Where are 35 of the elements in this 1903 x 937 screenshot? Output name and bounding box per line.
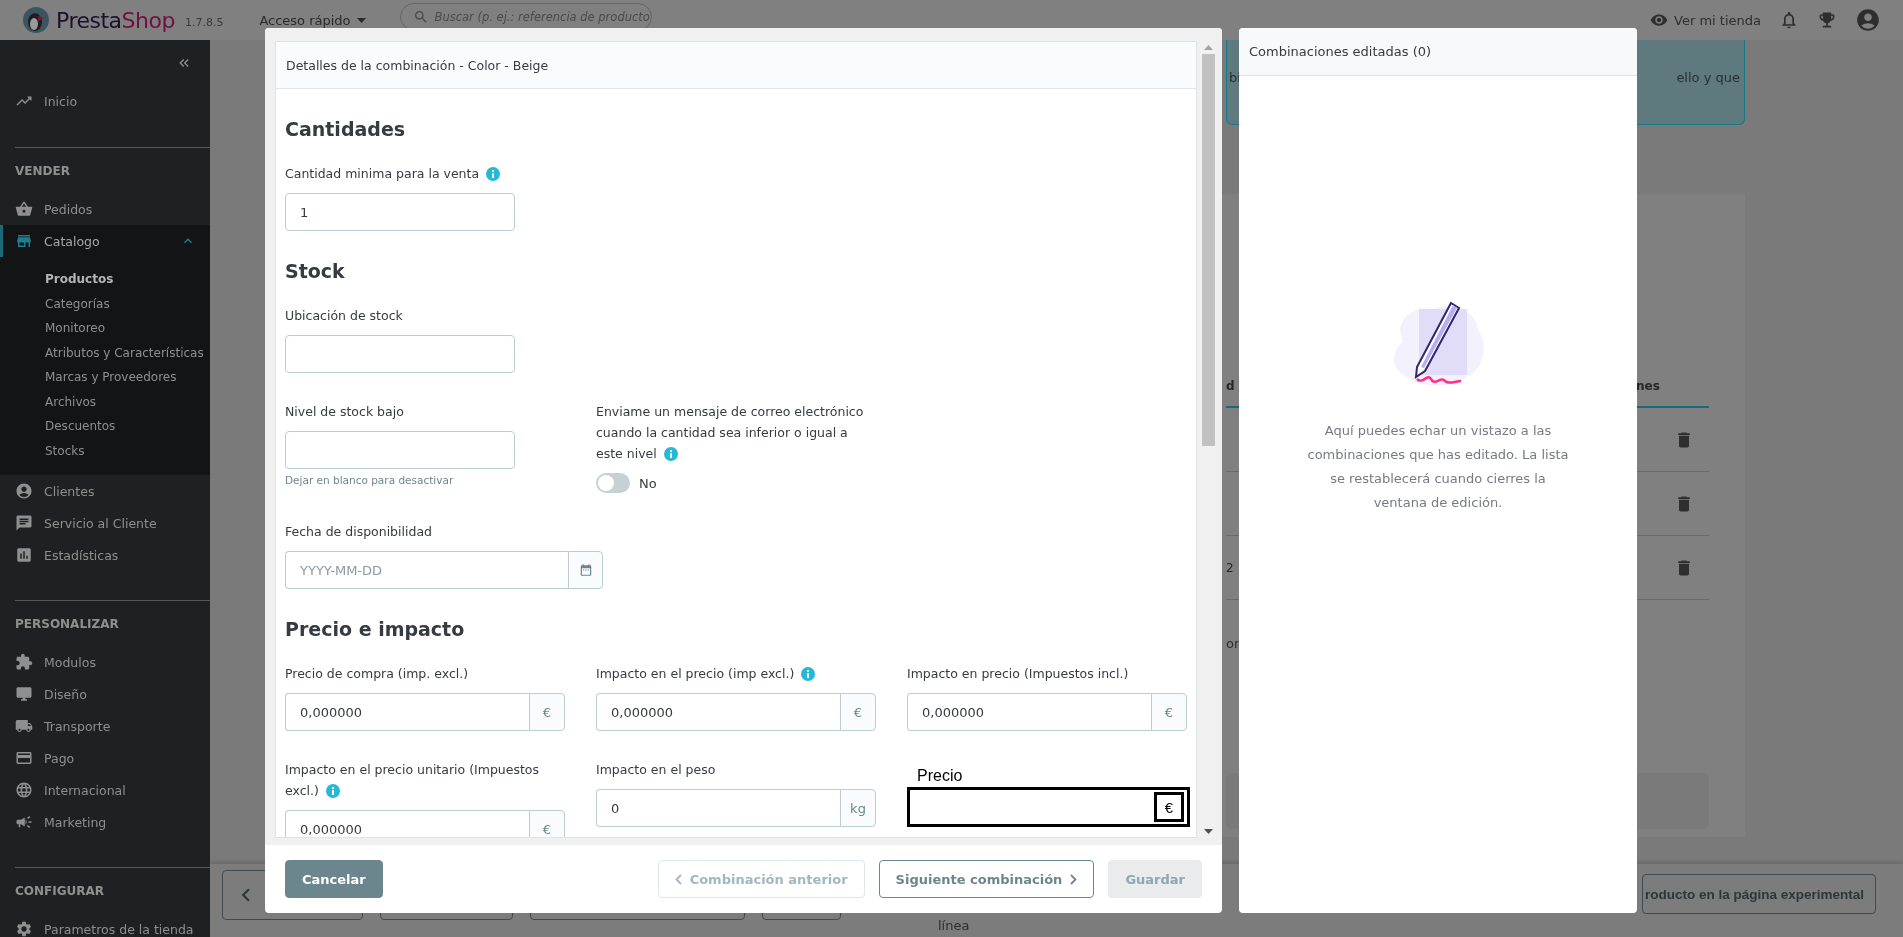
unit-label: € [529, 693, 565, 731]
field-label: Nivel de stock bajo [285, 403, 405, 421]
column-header: nes [1636, 378, 1660, 393]
section-title: VENDER [14, 163, 71, 180]
field-label: Cantidad minima para la venta [285, 163, 565, 184]
field-label: Ubicación de stock [285, 307, 404, 325]
help-text: Dejar en blanco para desactivar [285, 474, 455, 486]
unit-label: € [529, 810, 565, 837]
unit-label: € [840, 693, 876, 731]
modal-title: Detalles de la combinación - Color - Beige [276, 42, 1196, 89]
field-label: Fecha de disponibilidad [285, 523, 433, 541]
field-label: Impacto en precio (Impuestos incl.) [907, 665, 1130, 683]
version-text: 1.7.8.5 [184, 15, 224, 29]
column-header: d [1226, 378, 1235, 393]
field-label: Enviame un mensaje de correo electrónico cuando la cantidad sea inferior o igual a este nivel [596, 403, 865, 463]
field-label: Precio de compra (imp. excl.) [285, 665, 470, 683]
section-heading: Precio e impacto [285, 617, 466, 641]
empty-message: Aquí puedes echar un vistazo a las combinaciones que has editado. La lista se restablecerá cuando cierres la ventana de edición. [1307, 422, 1569, 512]
alert-text: ello y que [1676, 69, 1740, 85]
unit-label: € [1151, 693, 1187, 731]
note-text: or [1226, 636, 1240, 651]
section-title: PERSONALIZAR [14, 616, 120, 633]
table-cell: 2 [1226, 560, 1234, 575]
unit-label: € [1154, 792, 1184, 822]
unit-label: kg [840, 789, 876, 827]
panel-title: Combinaciones editadas (0) [1239, 28, 1637, 76]
section-heading: Cantidades [285, 117, 407, 141]
field-label: Precio [917, 767, 964, 785]
logo-text: PrestaShop [56, 7, 175, 33]
field-label: Impacto en el precio (imp excl.) [596, 663, 876, 684]
section-title: CONFIGURAR [14, 883, 106, 900]
toggle-state: No [639, 475, 657, 491]
section-heading: Stock [285, 259, 346, 283]
field-label: Impacto en el peso [596, 761, 717, 779]
field-label: Impacto en el precio unitario (Impuestos excl.) [285, 761, 540, 800]
